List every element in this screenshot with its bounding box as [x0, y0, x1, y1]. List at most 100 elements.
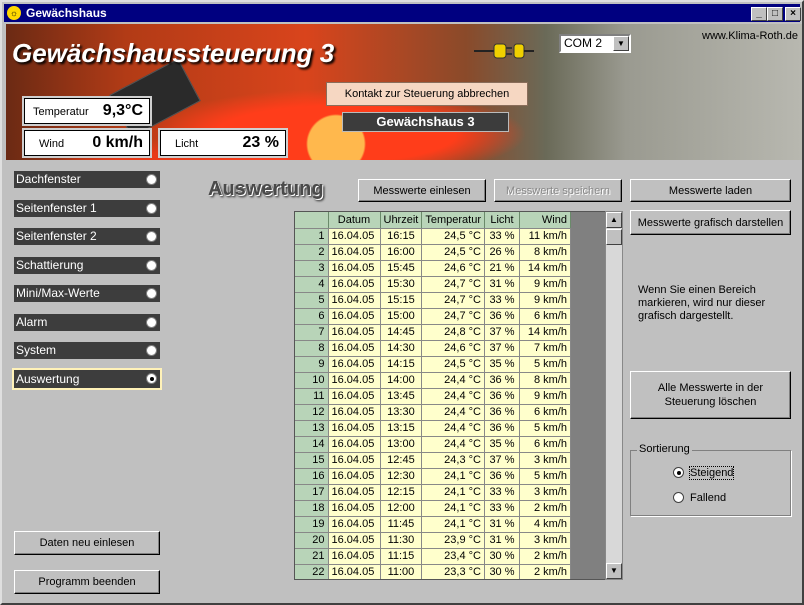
delete-all-values-button[interactable]: Alle Messwerte in der Steuerung löschen	[630, 371, 791, 419]
cell-time: 13:00	[380, 436, 423, 453]
table-row[interactable]: 7 16.04.05 14:45 24,8 °C 37 % 14 km/h	[295, 324, 571, 341]
nav-seitenfenster-1[interactable]: Seitenfenster 1	[14, 200, 160, 217]
graph-values-button[interactable]: Messwerte grafisch darstellen	[630, 210, 791, 235]
cell-date: 16.04.05	[328, 308, 381, 325]
table-row[interactable]: 18 16.04.05 12:00 24,1 °C 33 % 2 km/h	[295, 500, 571, 517]
table-row[interactable]: 12 16.04.05 13:30 24,4 °C 36 % 6 km/h	[295, 404, 571, 421]
table-row[interactable]: 4 16.04.05 15:30 24,7 °C 31 % 9 km/h	[295, 276, 571, 293]
nav-dachfenster[interactable]: Dachfenster	[14, 171, 160, 188]
cell-date: 16.04.05	[328, 388, 381, 405]
table-row[interactable]: 15 16.04.05 12:45 24,3 °C 37 % 3 km/h	[295, 452, 571, 469]
section-title: Auswertung	[208, 178, 324, 200]
table-row[interactable]: 6 16.04.05 15:00 24,7 °C 36 % 6 km/h	[295, 308, 571, 325]
table-row[interactable]: 16 16.04.05 12:30 24,1 °C 36 % 5 km/h	[295, 468, 571, 485]
radio-dot	[673, 492, 684, 503]
cell-wind: 9 km/h	[519, 388, 571, 405]
cell-date: 16.04.05	[328, 452, 381, 469]
radio-indicator	[146, 345, 157, 356]
arrow-up-icon[interactable]: ▲	[606, 212, 622, 228]
table-row[interactable]: 21 16.04.05 11:15 23,4 °C 30 % 2 km/h	[295, 548, 571, 565]
disconnect-button[interactable]: Kontakt zur Steuerung abbrechen	[326, 82, 528, 106]
cell-time: 13:30	[380, 404, 423, 421]
cell-time: 14:45	[380, 324, 423, 341]
cell-light: 37 %	[484, 324, 520, 341]
cell-light: 33 %	[484, 484, 520, 501]
cell-time: 15:45	[380, 260, 423, 277]
cell-light: 31 %	[484, 516, 520, 533]
table-row[interactable]: 8 16.04.05 14:30 24,6 °C 37 % 7 km/h	[295, 340, 571, 357]
exit-program-button[interactable]: Programm beenden	[14, 570, 160, 594]
cell-date: 16.04.05	[328, 484, 381, 501]
cell-time: 14:30	[380, 340, 423, 357]
cell-temperature: 24,5 °C	[421, 244, 485, 261]
column-header-time[interactable]: Uhrzeit	[380, 212, 423, 229]
table-row[interactable]: 11 16.04.05 13:45 24,4 °C 36 % 9 km/h	[295, 388, 571, 405]
header-banner: Gewächshaussteuerung 3 www.Klima-Roth.de…	[6, 24, 802, 160]
table-row[interactable]: 22 16.04.05 11:00 23,3 °C 30 % 2 km/h	[295, 564, 571, 579]
cell-temperature: 24,4 °C	[421, 372, 485, 389]
sort-descending-radio[interactable]: Fallend	[673, 492, 726, 504]
nav-seitenfenster-2[interactable]: Seitenfenster 2	[14, 228, 160, 245]
table-row[interactable]: 17 16.04.05 12:15 24,1 °C 33 % 3 km/h	[295, 484, 571, 501]
nav-auswertung[interactable]: Auswertung	[12, 368, 162, 390]
window-title: Gewächshaus	[26, 6, 107, 20]
app-title: Gewächshaussteuerung 3	[12, 38, 335, 68]
load-values-button[interactable]: Messwerte laden	[630, 179, 791, 202]
table-row[interactable]: 2 16.04.05 16:00 24,5 °C 26 % 8 km/h	[295, 244, 571, 261]
minimize-button[interactable]: _	[751, 7, 767, 21]
table-row[interactable]: 20 16.04.05 11:30 23,9 °C 31 % 3 km/h	[295, 532, 571, 549]
chevron-down-icon[interactable]: ▼	[613, 36, 629, 51]
table-scrollbar[interactable]: ▲ ▼	[605, 211, 623, 580]
cell-light: 30 %	[484, 548, 520, 565]
read-values-button[interactable]: Messwerte einlesen	[358, 179, 486, 202]
row-index: 9	[295, 356, 329, 373]
measurement-table[interactable]: Datum Uhrzeit Temperatur Licht Wind 1 16.…	[294, 211, 606, 580]
cell-temperature: 24,8 °C	[421, 324, 485, 341]
table-row[interactable]: 5 16.04.05 15:15 24,7 °C 33 % 9 km/h	[295, 292, 571, 309]
table-row[interactable]: 1 16.04.05 16:15 24,5 °C 33 % 11 km/h	[295, 228, 571, 245]
column-header-wind[interactable]: Wind	[519, 212, 571, 229]
cell-time: 11:15	[380, 548, 423, 565]
nav-schattierung[interactable]: Schattierung	[14, 257, 160, 274]
table-row[interactable]: 3 16.04.05 15:45 24,6 °C 21 % 14 km/h	[295, 260, 571, 277]
cell-light: 37 %	[484, 340, 520, 357]
cell-light: 36 %	[484, 404, 520, 421]
cell-light: 36 %	[484, 388, 520, 405]
cell-wind: 6 km/h	[519, 308, 571, 325]
website-link[interactable]: www.Klima-Roth.de	[702, 30, 798, 42]
table-row[interactable]: 9 16.04.05 14:15 24,5 °C 35 % 5 km/h	[295, 356, 571, 373]
close-button[interactable]: ×	[785, 7, 801, 21]
cell-temperature: 24,5 °C	[421, 356, 485, 373]
cell-light: 36 %	[484, 420, 520, 437]
table-row[interactable]: 19 16.04.05 11:45 24,1 °C 31 % 4 km/h	[295, 516, 571, 533]
cell-date: 16.04.05	[328, 228, 381, 245]
scrollbar-thumb[interactable]	[606, 229, 622, 245]
maximize-button[interactable]: □	[767, 7, 783, 21]
column-header-temperature[interactable]: Temperatur	[421, 212, 485, 229]
column-header-date[interactable]: Datum	[328, 212, 381, 229]
table-row[interactable]: 14 16.04.05 13:00 24,4 °C 35 % 6 km/h	[295, 436, 571, 453]
cell-date: 16.04.05	[328, 356, 381, 373]
row-index: 16	[295, 468, 329, 485]
row-index: 8	[295, 340, 329, 357]
table-row[interactable]: 13 16.04.05 13:15 24,4 °C 36 % 5 km/h	[295, 420, 571, 437]
com-port-select[interactable]: COM 2 ▼	[559, 34, 631, 53]
cell-wind: 8 km/h	[519, 372, 571, 389]
row-index: 19	[295, 516, 329, 533]
cell-time: 11:45	[380, 516, 423, 533]
cell-wind: 9 km/h	[519, 276, 571, 293]
arrow-down-icon[interactable]: ▼	[606, 563, 622, 579]
cell-temperature: 24,4 °C	[421, 404, 485, 421]
column-header-light[interactable]: Licht	[484, 212, 520, 229]
nav-alarm[interactable]: Alarm	[14, 314, 160, 331]
nav-mini-max-werte[interactable]: Mini/Max-Werte	[14, 285, 160, 302]
row-index: 10	[295, 372, 329, 389]
sort-ascending-radio[interactable]: Steigend	[673, 466, 735, 480]
cell-time: 12:00	[380, 500, 423, 517]
temperature-label: Temperatur	[33, 106, 89, 118]
table-row[interactable]: 10 16.04.05 14:00 24,4 °C 36 % 8 km/h	[295, 372, 571, 389]
cell-light: 31 %	[484, 276, 520, 293]
nav-label: Mini/Max-Werte	[16, 286, 100, 300]
nav-system[interactable]: System	[14, 342, 160, 359]
reload-data-button[interactable]: Daten neu einlesen	[14, 531, 160, 555]
